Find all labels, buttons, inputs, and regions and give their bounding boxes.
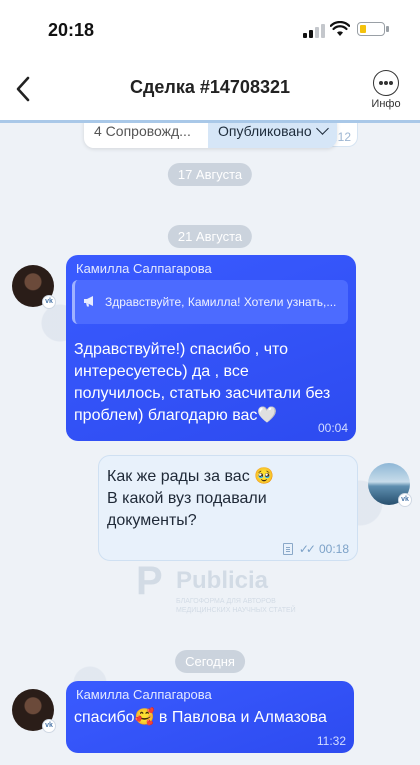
- message-time: 00:18: [318, 542, 349, 556]
- incoming-message[interactable]: Камилла Салпагарова Здравствуйте, Камилл…: [66, 255, 356, 441]
- megaphone-icon: [84, 296, 93, 307]
- message-line: интересуетесь) да , все: [74, 363, 249, 380]
- message-meta: ✓✓ 00:18: [282, 542, 349, 556]
- vk-badge-icon: vk: [398, 493, 412, 507]
- status-time: 20:18: [48, 20, 95, 40]
- info-button[interactable]: Инфо: [366, 70, 406, 110]
- tab-published-label: Опубликовано: [218, 123, 312, 139]
- avatar[interactable]: vk: [12, 265, 56, 309]
- date-separator: Сегодня: [175, 650, 245, 673]
- battery-icon: [357, 22, 389, 36]
- message-line: спасибо🥰 в Павлова и Алмазова: [74, 709, 327, 726]
- message-line: Как же рады за вас 🥹: [107, 468, 275, 485]
- sender-name: Камилла Салпагарова: [76, 687, 212, 702]
- status-bar: 20:18: [0, 0, 420, 60]
- quoted-message[interactable]: Здравствуйте, Камилла! Хотели узнать,...: [72, 280, 348, 324]
- outgoing-message[interactable]: Как же рады за вас 🥹 В какой вуз подавал…: [98, 455, 358, 561]
- more-icon: [373, 70, 399, 96]
- info-label: Инфо: [371, 98, 401, 110]
- incoming-message[interactable]: Камилла Салпагарова спасибо🥰 в Павлова и…: [66, 681, 354, 753]
- tab-accompaniment[interactable]: 4 Сопровожд...: [84, 123, 208, 148]
- message-line: В какой вуз подавали: [107, 490, 267, 507]
- signal-icon: [303, 24, 325, 38]
- message-text: спасибо🥰 в Павлова и Алмазова: [74, 707, 327, 729]
- chat-header: Сделка #14708321 Инфо: [0, 60, 420, 120]
- sender-name: Камилла Салпагарова: [76, 261, 212, 276]
- message-text: Как же рады за вас 🥹 В какой вуз подавал…: [107, 466, 274, 532]
- vk-badge-icon: vk: [42, 719, 56, 733]
- watermark-tagline: БЛАГОФОРМА ДЛЯ АВТОРОВ МЕДИЦИНСКИХ НАУЧН…: [176, 597, 296, 615]
- chevron-down-icon: [315, 123, 329, 135]
- message-line: документы?: [107, 512, 197, 529]
- watermark-tagline-line: МЕДИЦИНСКИХ НАУЧНЫХ СТАТЕЙ: [176, 607, 296, 614]
- wifi-icon: [330, 21, 350, 36]
- watermark-name: Publicia: [176, 567, 269, 594]
- vk-badge-icon: vk: [42, 295, 56, 309]
- avatar[interactable]: vk: [368, 463, 412, 507]
- message-time: 11:32: [316, 734, 346, 748]
- watermark-tagline-line: БЛАГОФОРМА ДЛЯ АВТОРОВ: [176, 598, 276, 605]
- tab-published[interactable]: Опубликовано: [208, 123, 337, 148]
- date-separator: 21 Августа: [167, 225, 253, 248]
- message-text: Здравствуйте!) спасибо , что интересуете…: [74, 339, 330, 427]
- document-icon: [282, 543, 293, 555]
- quoted-text: Здравствуйте, Камилла! Хотели узнать,...: [105, 295, 337, 309]
- page-title: Сделка #14708321: [130, 77, 290, 97]
- publicia-logo: P: [136, 559, 163, 603]
- chat-area[interactable]: 11:12 4 Сопровожд... Опубликовано 17 Авг…: [0, 123, 420, 765]
- publicia-watermark: P Publicia БЛАГОФОРМА ДЛЯ АВТОРОВ МЕДИЦИ…: [132, 559, 332, 623]
- message-line: проблем) благодарю вас🤍: [74, 407, 278, 424]
- double-check-icon: ✓✓: [298, 542, 316, 556]
- message-line: Здравствуйте!) спасибо , что: [74, 341, 289, 358]
- avatar[interactable]: vk: [12, 689, 56, 733]
- status-filter: 4 Сопровожд... Опубликовано: [84, 123, 337, 148]
- date-separator: 17 Августа: [167, 163, 253, 186]
- message-time: 00:04: [317, 421, 348, 435]
- message-line: получилось, статью засчитали без: [74, 385, 331, 402]
